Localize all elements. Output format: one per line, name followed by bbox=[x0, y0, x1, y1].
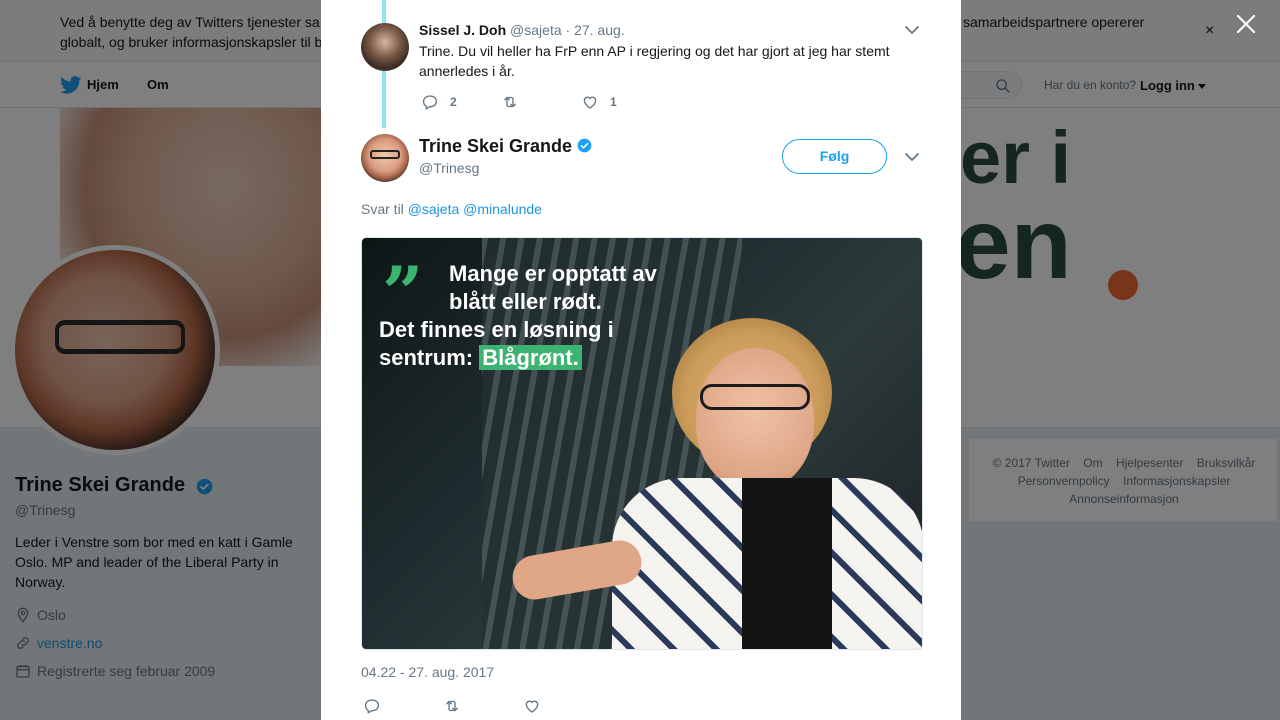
verified-badge-icon bbox=[577, 138, 592, 153]
quote-line-1: Mange er opptatt av bbox=[449, 261, 657, 286]
mention-link[interactable]: @minalunde bbox=[463, 201, 542, 217]
quote-line-2: blått eller rødt. bbox=[449, 289, 602, 314]
reply-icon bbox=[422, 95, 438, 110]
main-tweet-actions bbox=[321, 696, 961, 716]
mention-link[interactable]: @sajeta bbox=[408, 201, 460, 217]
heart-icon bbox=[525, 700, 539, 713]
reply-author-handle[interactable]: @sajeta bbox=[510, 22, 562, 38]
like-button[interactable]: 1 bbox=[581, 92, 617, 112]
reply-to-line: Svar til @sajeta @minalunde bbox=[361, 201, 542, 217]
main-avatar[interactable] bbox=[361, 134, 409, 182]
retweet-icon bbox=[504, 96, 516, 108]
image-person-top bbox=[742, 478, 832, 649]
reply-avatar[interactable] bbox=[361, 23, 409, 71]
retweet-button[interactable] bbox=[443, 696, 472, 716]
like-count: 1 bbox=[610, 95, 617, 109]
chevron-down-icon[interactable] bbox=[904, 151, 920, 163]
follow-button[interactable]: Følg bbox=[782, 139, 887, 174]
close-icon[interactable] bbox=[1234, 12, 1258, 36]
image-person-glasses bbox=[700, 384, 810, 410]
chevron-down-icon[interactable] bbox=[904, 24, 920, 36]
reply-timestamp[interactable]: · 27. aug. bbox=[566, 22, 625, 38]
image-quote: Mange er opptatt av blått eller rødt. De… bbox=[379, 260, 699, 372]
quote-line-4: sentrum: Blågrønt. bbox=[379, 344, 699, 372]
reply-button[interactable] bbox=[363, 696, 392, 716]
reply-tweet-actions: 2 1 bbox=[321, 92, 961, 112]
quote-highlight: Blågrønt. bbox=[479, 345, 582, 370]
tweet-modal: Sissel J. Doh @sajeta · 27. aug. Trine. … bbox=[321, 0, 961, 720]
main-author-handle[interactable]: @Trinesg bbox=[419, 160, 479, 176]
reply-icon bbox=[364, 699, 380, 714]
retweet-icon bbox=[446, 700, 458, 712]
image-person-face bbox=[696, 348, 814, 490]
reply-button[interactable]: 2 bbox=[421, 92, 457, 112]
reply-to-prefix: Svar til bbox=[361, 201, 404, 217]
reply-author-name[interactable]: Sissel J. Doh bbox=[419, 22, 506, 38]
reply-count: 2 bbox=[450, 95, 457, 109]
tweet-media-image[interactable]: ” Mange er opptatt av blått eller rødt. … bbox=[361, 237, 923, 650]
main-author-name[interactable]: Trine Skei Grande bbox=[419, 136, 572, 157]
reply-tweet-text: Trine. Du vil heller ha FrP enn AP i reg… bbox=[419, 43, 890, 79]
reply-tweet-header: Sissel J. Doh @sajeta · 27. aug. bbox=[419, 22, 625, 38]
heart-icon bbox=[583, 96, 597, 109]
avatar-glasses bbox=[370, 150, 400, 159]
quote-line-4-text: sentrum: bbox=[379, 345, 474, 370]
like-button[interactable] bbox=[523, 696, 552, 716]
tweet-timestamp[interactable]: 04.22 - 27. aug. 2017 bbox=[361, 664, 494, 680]
quote-line-3: Det finnes en løsning i bbox=[379, 317, 614, 342]
retweet-button[interactable] bbox=[501, 92, 530, 112]
